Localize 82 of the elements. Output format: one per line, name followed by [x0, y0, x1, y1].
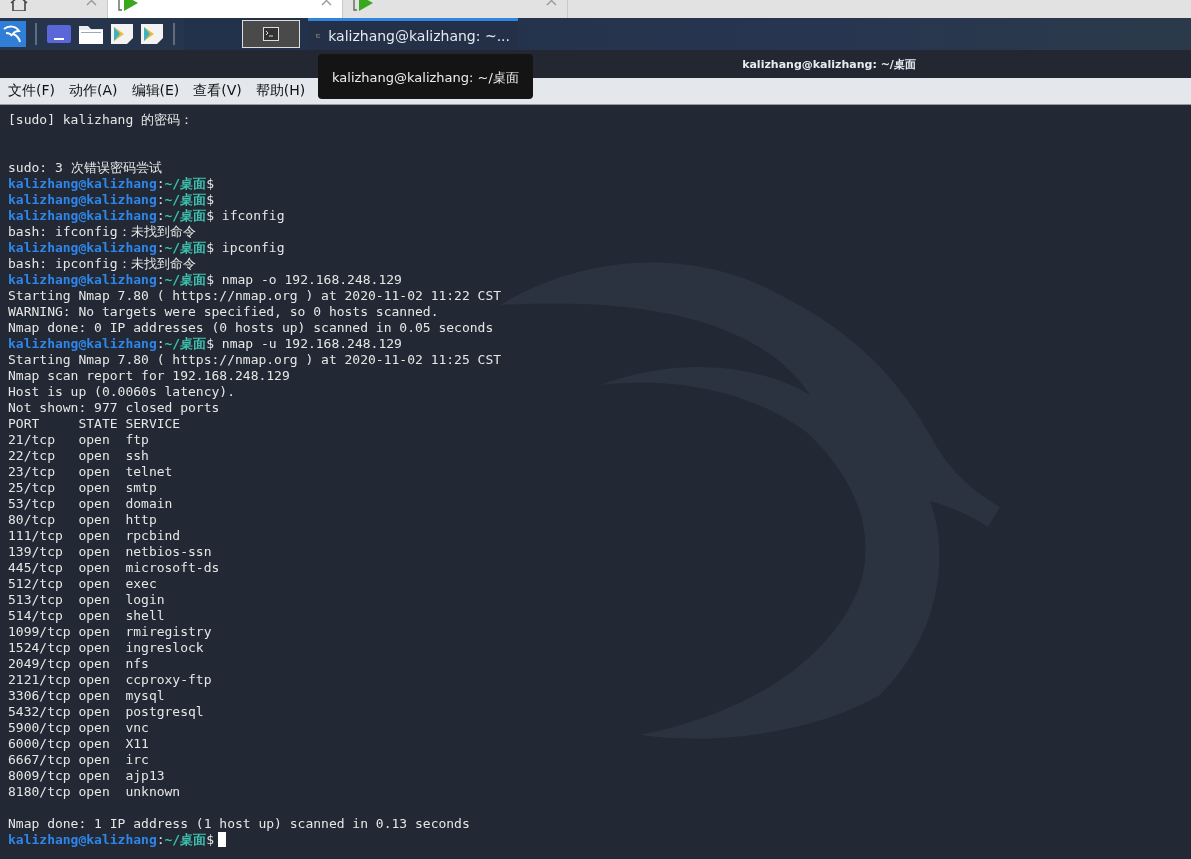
terminal-output-line: 80/tcp open http [8, 512, 157, 527]
terminal-icon [263, 27, 279, 41]
terminal-output-line: 111/tcp open rpcbind [8, 528, 181, 543]
prompt-symbol: $ [206, 176, 215, 191]
terminal-output-line: 8180/tcp open unknown [8, 784, 181, 799]
prompt-symbol: $ [206, 272, 215, 287]
prompt-colon: : [156, 240, 165, 255]
terminal-command: nmap -u 192.168.248.129 [221, 336, 402, 351]
terminal-output-line: Not shown: 977 closed ports [8, 400, 220, 415]
terminal-command: ipconfig [221, 240, 285, 255]
terminal-output-line: 1099/tcp open rmiregistry [8, 624, 212, 639]
prompt-user: kalizhang@kalizhang [8, 336, 157, 351]
prompt-user: kalizhang@kalizhang [8, 192, 157, 207]
menu-item[interactable]: 动作(A) [69, 80, 118, 102]
prompt-user: kalizhang@kalizhang [8, 272, 157, 287]
terminal-output-line: sudo: 3 次错误密码尝试 [8, 160, 162, 175]
terminal-output-line: 23/tcp open telnet [8, 464, 173, 479]
terminal-output-line: 6667/tcp open irc [8, 752, 149, 767]
terminal-command: nmap -o 192.168.248.129 [221, 272, 402, 287]
tooltip: kalizhang@kalizhang: ~/桌面 [318, 54, 533, 99]
workspace-switcher[interactable] [242, 20, 300, 48]
terminal-output-line: PORT STATE SERVICE [8, 416, 181, 431]
prompt-colon: : [156, 208, 165, 223]
terminal-output-line: 513/tcp open login [8, 592, 165, 607]
terminal-output-line: Starting Nmap 7.80 ( https://nmap.org ) at 2020-11-02 11:22 CST [8, 288, 502, 303]
prompt-path: ~/桌面 [164, 240, 207, 255]
terminal-output-line: bash: ifconfig：未找到命令 [8, 224, 196, 239]
terminal-output-line: 8009/tcp open ajp13 [8, 768, 165, 783]
terminal-output-line: 22/tcp open ssh [8, 448, 149, 463]
menu-item[interactable]: 查看(V) [193, 80, 242, 102]
terminal-output-line: 139/tcp open netbios-ssn [8, 544, 212, 559]
terminal-output-line: 53/tcp open domain [8, 496, 173, 511]
terminal-output-line: 514/tcp open shell [8, 608, 165, 623]
prompt-colon: : [156, 832, 165, 847]
terminal-output-line: Nmap done: 1 IP address (1 host up) scanned in 0.13 seconds [8, 816, 470, 831]
terminal-output-line: 21/tcp open ftp [8, 432, 149, 447]
prompt-symbol: $ [206, 240, 215, 255]
dragon-menu-icon[interactable] [0, 21, 26, 47]
terminal-output-line: bash: ipconfig：未找到命令 [8, 256, 196, 271]
menu-item[interactable]: 帮助(H) [255, 80, 306, 102]
prompt-path: ~/桌面 [164, 192, 207, 207]
terminal-output-line: 5432/tcp open postgresql [8, 704, 204, 719]
folder-icon[interactable] [78, 23, 104, 45]
terminal-output-line: 512/tcp open exec [8, 576, 157, 591]
terminal-output-line: Starting Nmap 7.80 ( https://nmap.org ) at 2020-11-02 11:25 CST [8, 352, 502, 367]
prompt-colon: : [156, 272, 165, 287]
prompt-user: kalizhang@kalizhang [8, 176, 157, 191]
terminal-output-line: 2121/tcp open ccproxy-ftp [8, 672, 212, 687]
terminal-output-line: [sudo] kalizhang 的密码： [8, 112, 194, 127]
prompt-user: kalizhang@kalizhang [8, 832, 157, 847]
terminal-output-line: WARNING: No targets were specified, so 0 hosts scanned. [8, 304, 439, 319]
taskbar-window-button[interactable]: kalizhang@kalizhang: ~... [308, 18, 518, 50]
prompt-symbol: $ [206, 832, 215, 847]
prompt-user: kalizhang@kalizhang [8, 240, 157, 255]
terminal-output-line: 445/tcp open microsoft-ds [8, 560, 220, 575]
play-document-icon[interactable] [110, 23, 134, 45]
terminal-output-line: Nmap scan report for 192.168.248.129 [8, 368, 290, 383]
menu-item[interactable]: 编辑(E) [131, 80, 180, 102]
terminal-command: ifconfig [221, 208, 285, 223]
prompt-colon: : [156, 192, 165, 207]
prompt-path: ~/桌面 [164, 832, 207, 847]
terminal-output-line: Host is up (0.0060s latency). [8, 384, 235, 399]
terminal-output-line: 6000/tcp open X11 [8, 736, 149, 751]
window-icon[interactable] [46, 23, 72, 45]
prompt-user: kalizhang@kalizhang [8, 208, 157, 223]
terminal-output-line: 25/tcp open smtp [8, 480, 157, 495]
prompt-symbol: $ [206, 192, 215, 207]
prompt-path: ~/桌面 [164, 272, 207, 287]
prompt-colon: : [156, 176, 165, 191]
prompt-path: ~/桌面 [164, 336, 207, 351]
prompt-path: ~/桌面 [164, 208, 207, 223]
prompt-symbol: $ [206, 336, 215, 351]
prompt-colon: : [156, 336, 165, 351]
terminal-output-line: 3306/tcp open mysql [8, 688, 165, 703]
play-document-icon[interactable] [140, 23, 164, 45]
terminal-output-line: 2049/tcp open nfs [8, 656, 149, 671]
terminal-output-line: 1524/tcp open ingreslock [8, 640, 204, 655]
menu-item[interactable]: 文件(F) [8, 80, 55, 102]
prompt-path: ~/桌面 [164, 176, 207, 191]
terminal-output-line: 5900/tcp open vnc [8, 720, 149, 735]
terminal-output-line: Nmap done: 0 IP addresses (0 hosts up) scanned in 0.05 seconds [8, 320, 494, 335]
prompt-symbol: $ [206, 208, 215, 223]
